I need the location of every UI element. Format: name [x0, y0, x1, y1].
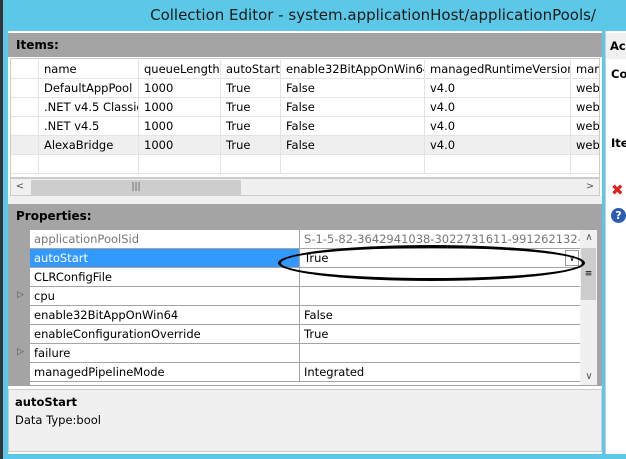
- table-cell: web: [571, 136, 599, 155]
- description-text: Data Type:bool: [15, 413, 101, 427]
- table-cell: False: [281, 79, 425, 98]
- table-cell: True: [221, 79, 281, 98]
- property-name: managedPipelineMode: [30, 363, 300, 381]
- expand-icon[interactable]: ▷: [17, 347, 24, 357]
- column-header[interactable]: mar: [571, 60, 599, 79]
- table-cell: DefaultAppPool: [39, 79, 139, 98]
- table-cell: True: [221, 136, 281, 155]
- table-cell: v4.0: [425, 79, 571, 98]
- column-header[interactable]: managedRuntimeVersion: [425, 60, 571, 79]
- scroll-down-icon[interactable]: ∨: [580, 369, 598, 385]
- vertical-scrollbar[interactable]: ∧ ≡ ∨: [580, 230, 597, 385]
- property-row[interactable]: enable32BitAppOnWin64 False: [30, 306, 580, 325]
- table-header-row[interactable]: name queueLength autoStart enable32BitAppOn…: [11, 60, 599, 79]
- table-cell: [221, 155, 281, 174]
- row-header[interactable]: [11, 136, 39, 155]
- property-row[interactable]: enableConfigurationOverride True: [30, 325, 580, 344]
- scroll-thumb[interactable]: ≡: [581, 248, 596, 300]
- property-row[interactable]: managedPipelineMode Integrated: [30, 363, 580, 382]
- table-row[interactable]: AlexaBridge 1000 True False v4.0 web: [11, 136, 599, 155]
- delete-icon[interactable]: ✖: [611, 181, 624, 199]
- table-cell: v4.0: [425, 136, 571, 155]
- description-title: autoStart: [15, 395, 78, 409]
- table-cell: 1000: [139, 136, 221, 155]
- row-header[interactable]: [11, 60, 39, 79]
- help-icon[interactable]: ?: [611, 208, 626, 223]
- table-cell: [281, 155, 425, 174]
- column-header[interactable]: enable32BitAppOnWin64: [281, 60, 425, 79]
- table-cell: False: [281, 136, 425, 155]
- property-value[interactable]: False: [301, 306, 580, 324]
- property-name: cpu: [30, 287, 300, 305]
- table-cell: [39, 155, 139, 174]
- properties-header: Properties:: [8, 204, 602, 228]
- description-panel: autoStart Data Type:bool: [8, 389, 602, 452]
- row-header[interactable]: [11, 155, 39, 174]
- expand-icon[interactable]: ▷: [17, 290, 24, 300]
- property-name: enable32BitAppOnWin64: [30, 306, 300, 324]
- items-header: Items:: [8, 33, 602, 57]
- table-row-new[interactable]: [11, 155, 599, 174]
- horizontal-scrollbar[interactable]: < ||| >: [10, 178, 600, 196]
- items-grid: name queueLength autoStart enable32BitAppOn…: [10, 58, 600, 178]
- table-cell: AlexaBridge: [39, 136, 139, 155]
- actions-section: Ite: [611, 136, 626, 150]
- column-header[interactable]: autoStart: [221, 60, 281, 79]
- property-value[interactable]: True: [301, 325, 580, 343]
- property-row[interactable]: failure: [30, 344, 580, 363]
- table-cell: [571, 155, 599, 174]
- table-row[interactable]: DefaultAppPool 1000 True False v4.0 web: [11, 79, 599, 98]
- property-name: autoStart: [30, 249, 300, 267]
- table-row[interactable]: .NET v4.5 Classic 1000 True False v4.0 web: [11, 98, 599, 117]
- scroll-up-icon[interactable]: ∧: [580, 230, 598, 246]
- window-edge: [0, 0, 3, 459]
- property-name: failure: [30, 344, 300, 362]
- window-title: Collection Editor - system.applicationHo…: [150, 6, 596, 24]
- row-header[interactable]: [11, 98, 39, 117]
- property-row[interactable]: cpu: [30, 287, 580, 306]
- row-header[interactable]: [11, 117, 39, 136]
- table-cell: [139, 155, 221, 174]
- property-name: enableConfigurationOverride: [30, 325, 300, 343]
- actions-section: Co: [611, 67, 626, 81]
- table-cell: web: [571, 79, 599, 98]
- table-cell: 1000: [139, 117, 221, 136]
- table-cell: False: [281, 98, 425, 117]
- table-cell: web: [571, 98, 599, 117]
- table-row[interactable]: .NET v4.5 1000 True False v4.0 web: [11, 117, 599, 136]
- property-value[interactable]: Integrated: [301, 363, 580, 381]
- scroll-thumb[interactable]: |||: [31, 180, 241, 195]
- splitter[interactable]: [8, 196, 602, 204]
- table-cell: .NET v4.5 Classic: [39, 98, 139, 117]
- property-value[interactable]: [301, 287, 580, 305]
- table-cell: 1000: [139, 98, 221, 117]
- property-value[interactable]: [301, 344, 580, 362]
- actions-panel: Ac Co Ite ✖ ?: [605, 31, 626, 454]
- annotation-ellipse: [278, 245, 585, 281]
- scroll-left-icon[interactable]: <: [11, 179, 29, 195]
- table-cell: False: [281, 117, 425, 136]
- table-cell: v4.0: [425, 98, 571, 117]
- table-cell: web: [571, 117, 599, 136]
- scroll-right-icon[interactable]: >: [581, 179, 599, 195]
- table-cell: .NET v4.5: [39, 117, 139, 136]
- column-header[interactable]: name: [39, 60, 139, 79]
- table-cell: v4.0: [425, 117, 571, 136]
- property-name: CLRConfigFile: [30, 268, 300, 286]
- property-name: applicationPoolSid: [30, 230, 300, 248]
- row-header[interactable]: [11, 79, 39, 98]
- table-cell: [425, 155, 571, 174]
- table-cell: True: [221, 117, 281, 136]
- actions-header: Ac: [606, 33, 626, 59]
- column-header[interactable]: queueLength: [139, 60, 221, 79]
- table-cell: 1000: [139, 79, 221, 98]
- table-cell: True: [221, 98, 281, 117]
